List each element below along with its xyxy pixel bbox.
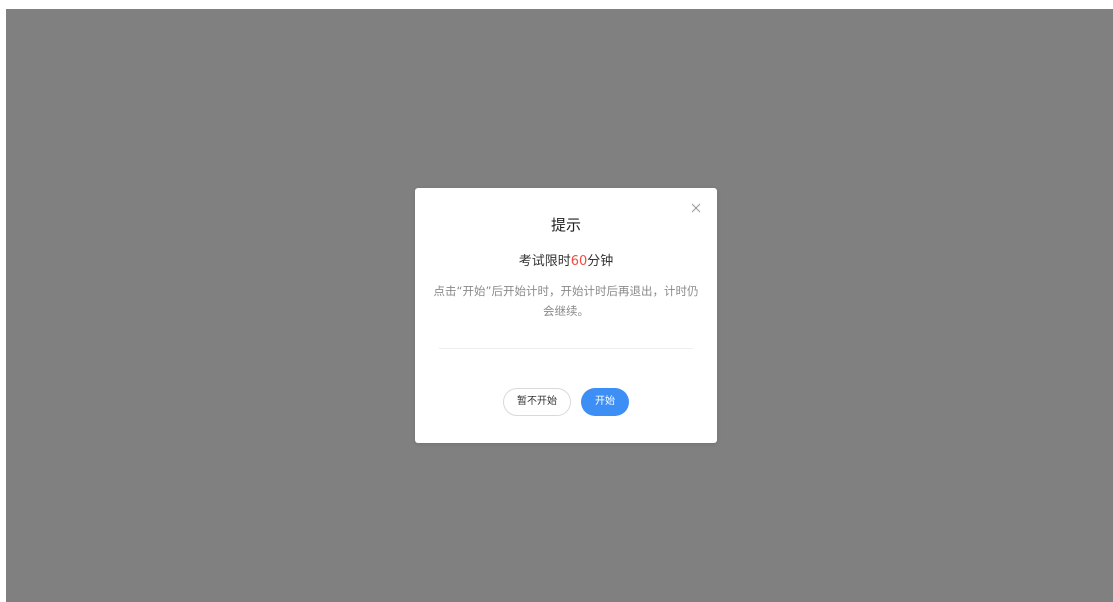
- not-start-button[interactable]: 暂不开始: [503, 388, 571, 416]
- start-exam-dialog: 提示 考试限时60分钟 点击“开始”后开始计时，开始计时后再退出，计时仍会继续。…: [415, 188, 717, 443]
- dialog-title: 提示: [550, 216, 581, 234]
- divider: [439, 348, 693, 349]
- time-limit-text: 考试限时60分钟: [415, 250, 717, 269]
- start-button[interactable]: 开始: [581, 388, 629, 416]
- dialog-description: 点击“开始”后开始计时，开始计时后再退出，计时仍会继续。: [433, 284, 699, 318]
- time-limit-suffix: 分钟: [587, 254, 614, 269]
- time-limit-prefix: 考试限时: [518, 254, 571, 269]
- modal-overlay: 提示 考试限时60分钟 点击“开始”后开始计时，开始计时后再退出，计时仍会继续。…: [6, 9, 1113, 602]
- close-icon[interactable]: [689, 200, 703, 214]
- time-limit-value: 60: [570, 254, 588, 269]
